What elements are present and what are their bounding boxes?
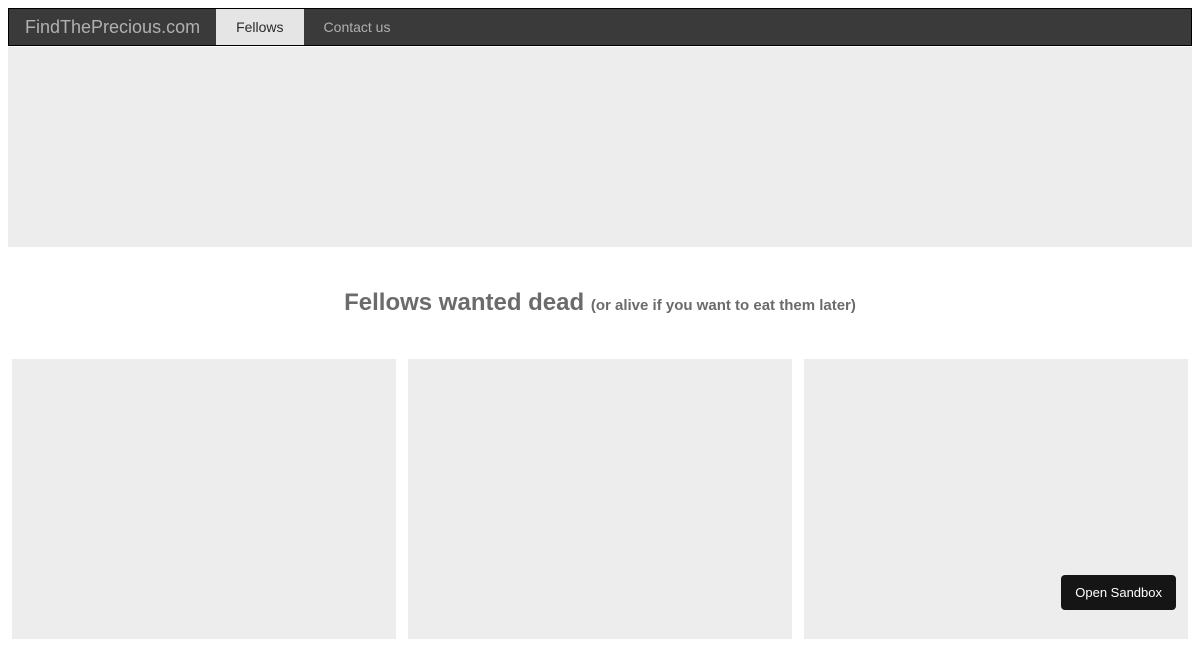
nav-item-fellows[interactable]: Fellows bbox=[216, 9, 303, 45]
section-heading: Fellows wanted dead (or alive if you wan… bbox=[8, 289, 1192, 317]
nav-item-label: Contact us bbox=[324, 19, 391, 35]
fellow-card[interactable] bbox=[408, 359, 792, 639]
brand[interactable]: FindThePrecious.com bbox=[9, 9, 216, 45]
open-sandbox-button[interactable]: Open Sandbox bbox=[1061, 575, 1176, 610]
nav-item-contact[interactable]: Contact us bbox=[304, 9, 411, 45]
hero-banner bbox=[8, 47, 1192, 247]
nav-item-label: Fellows bbox=[236, 19, 283, 35]
navbar: FindThePrecious.com Fellows Contact us bbox=[8, 8, 1192, 46]
heading-sub: (or alive if you want to eat them later) bbox=[591, 297, 856, 314]
fellows-cards bbox=[8, 359, 1192, 639]
heading-main: Fellows wanted dead bbox=[344, 289, 591, 316]
fellow-card[interactable] bbox=[12, 359, 396, 639]
